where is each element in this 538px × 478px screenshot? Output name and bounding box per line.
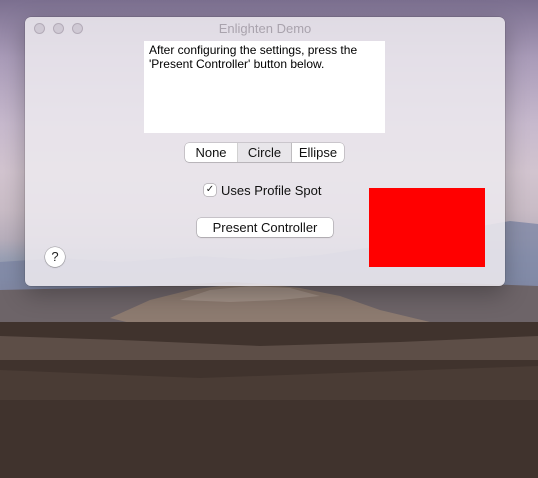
segment-ellipse[interactable]: Ellipse xyxy=(292,143,344,162)
title-bar: Enlighten Demo xyxy=(25,17,505,39)
segment-none[interactable]: None xyxy=(185,143,238,162)
instructions-text-view[interactable]: After configuring the settings, press th… xyxy=(144,41,385,133)
app-window: Enlighten Demo After configuring the set… xyxy=(25,17,505,286)
profile-spot-checkbox[interactable]: ✓ xyxy=(204,184,216,196)
profile-spot-label[interactable]: Uses Profile Spot xyxy=(221,183,321,198)
spot-preview-view xyxy=(369,188,485,267)
shape-segmented-control: None Circle Ellipse xyxy=(185,143,344,162)
window-title: Enlighten Demo xyxy=(218,21,312,36)
present-controller-button[interactable]: Present Controller xyxy=(197,218,333,237)
segment-circle[interactable]: Circle xyxy=(238,143,292,162)
desktop-background: Enlighten Demo After configuring the set… xyxy=(0,0,538,478)
help-button[interactable]: ? xyxy=(45,247,65,267)
profile-spot-option: ✓ Uses Profile Spot xyxy=(204,182,321,198)
